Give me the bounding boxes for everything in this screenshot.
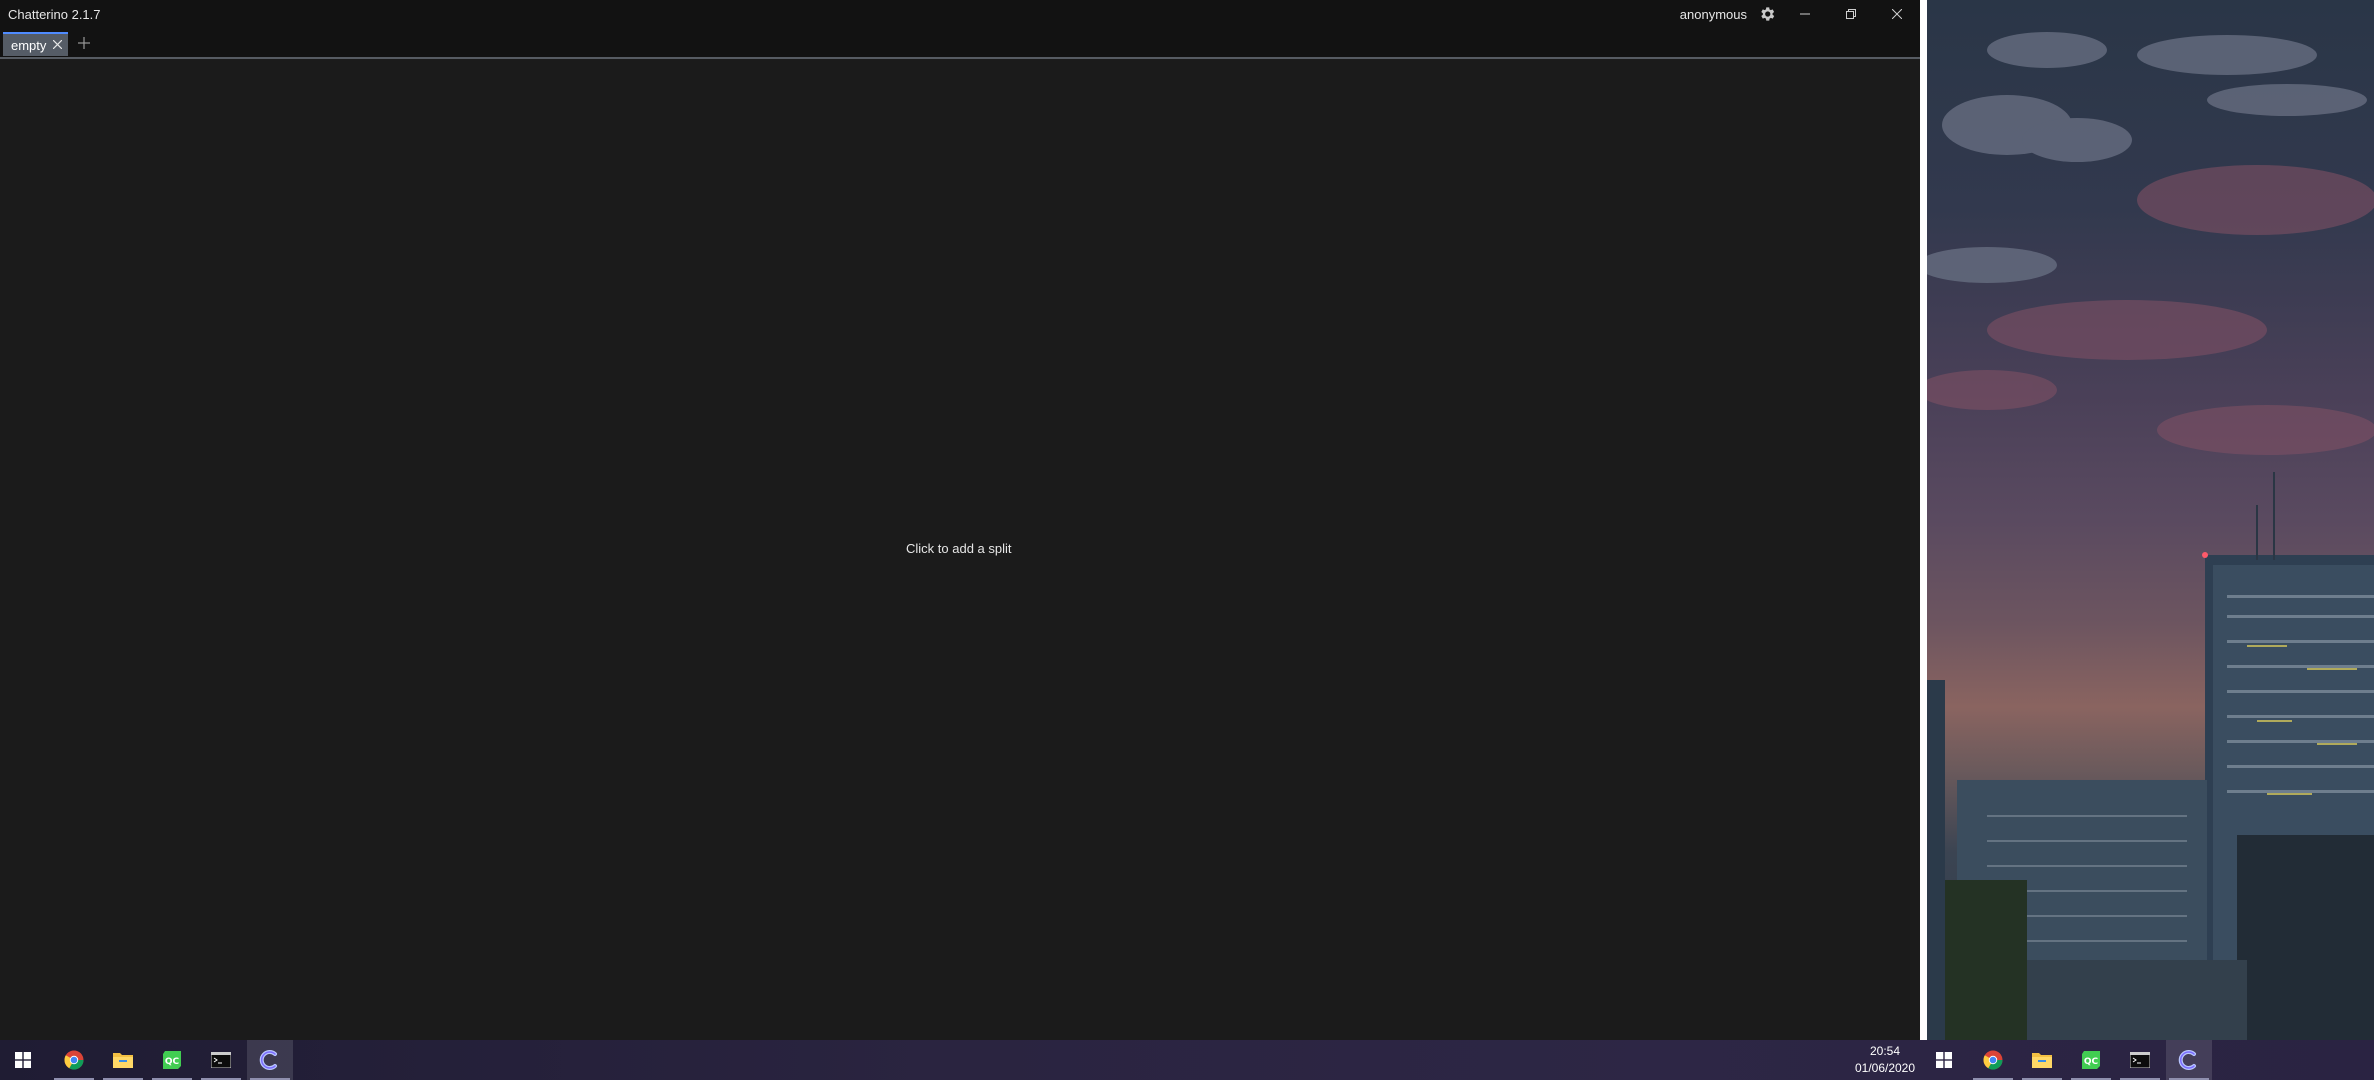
svg-text:QC: QC [2084, 1057, 2099, 1067]
wallpaper-illustration [1927, 32, 2374, 1040]
start-button-secondary[interactable] [1921, 1040, 1967, 1080]
taskbar-qt-creator[interactable]: QC [149, 1040, 195, 1080]
file-explorer-icon [113, 1053, 133, 1068]
split-container[interactable]: Click to add a split [0, 59, 1920, 1040]
tab-empty[interactable]: empty [3, 32, 68, 56]
windows-start-icon [1936, 1052, 1952, 1068]
taskbar-chatterino[interactable] [247, 1040, 293, 1080]
minimize-icon [1800, 13, 1810, 15]
restore-icon [1846, 9, 1856, 19]
plus-icon [78, 37, 90, 49]
taskbar-terminal-secondary[interactable] [2117, 1040, 2163, 1080]
restore-button[interactable] [1828, 0, 1874, 28]
chatterino-window: Chatterino 2.1.7 anonymous empty Click t… [0, 0, 1920, 1040]
chrome-icon [64, 1050, 84, 1070]
chatterino-icon [2178, 1050, 2196, 1070]
taskbar-qt-creator-secondary[interactable]: QC [2068, 1040, 2114, 1080]
taskbar-terminal[interactable] [198, 1040, 244, 1080]
file-explorer-icon [2032, 1053, 2052, 1068]
add-tab-button[interactable] [74, 33, 94, 53]
window-title: Chatterino 2.1.7 [8, 7, 101, 22]
gear-icon [1761, 7, 1775, 21]
chrome-icon [1983, 1050, 2003, 1070]
taskbar: QC 20:54 01/06/2020 QC [0, 1040, 2374, 1080]
tab-bar: empty [0, 28, 1920, 58]
svg-text:QC: QC [165, 1057, 180, 1067]
settings-button[interactable] [1756, 4, 1778, 24]
windows-start-icon [15, 1052, 31, 1068]
close-button[interactable] [1874, 0, 1920, 28]
add-split-hint[interactable]: Click to add a split [906, 541, 1012, 556]
taskbar-chrome[interactable] [51, 1040, 97, 1080]
close-icon [1892, 9, 1902, 19]
qt-creator-icon: QC [2082, 1051, 2100, 1069]
clock-time: 20:54 [1869, 1044, 1901, 1058]
chatterino-icon [259, 1050, 277, 1070]
window-border [1920, 0, 1927, 1040]
qt-creator-icon: QC [163, 1051, 181, 1069]
system-clock[interactable]: 20:54 01/06/2020 [1850, 1043, 1920, 1077]
taskbar-chatterino-secondary[interactable] [2166, 1040, 2212, 1080]
terminal-icon [2130, 1052, 2150, 1068]
account-name[interactable]: anonymous [1680, 7, 1747, 22]
terminal-icon [211, 1052, 231, 1068]
start-button[interactable] [0, 1040, 46, 1080]
desktop-wallpaper [1927, 0, 2374, 1040]
taskbar-file-explorer[interactable] [100, 1040, 146, 1080]
minimize-button[interactable] [1782, 0, 1828, 28]
title-bar[interactable]: Chatterino 2.1.7 anonymous [0, 0, 1920, 28]
taskbar-file-explorer-secondary[interactable] [2019, 1040, 2065, 1080]
close-icon[interactable] [53, 40, 62, 49]
taskbar-chrome-secondary[interactable] [1970, 1040, 2016, 1080]
clock-date: 01/06/2020 [1854, 1061, 1916, 1075]
desktop: Chatterino 2.1.7 anonymous empty Click t… [0, 0, 2374, 1080]
tab-label: empty [11, 37, 47, 53]
